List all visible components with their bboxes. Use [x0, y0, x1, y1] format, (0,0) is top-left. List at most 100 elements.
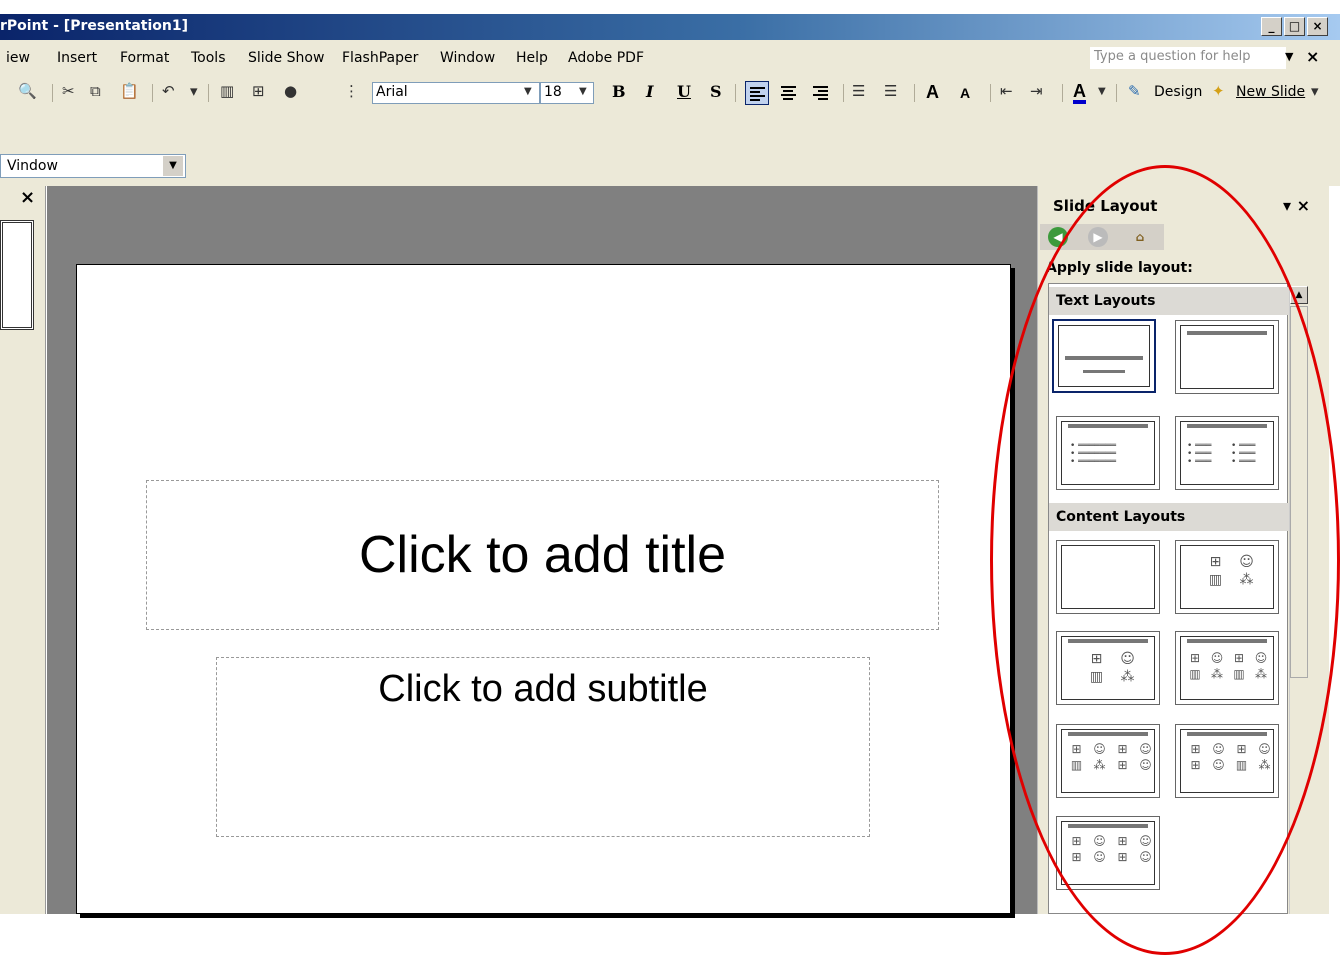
align-center-button[interactable] — [777, 81, 801, 105]
font-color-dropdown-icon[interactable]: ▼ — [1098, 86, 1106, 97]
apply-layout-label: Apply slide layout: — [1046, 260, 1193, 276]
menu-help[interactable]: Help — [516, 50, 548, 66]
task-pane-menu-icon[interactable]: ▾ — [1283, 196, 1291, 215]
italic-button[interactable]: I — [646, 82, 653, 101]
diagram-icon: ⁂ — [1120, 669, 1135, 685]
bold-button[interactable]: B — [612, 82, 626, 101]
toolbar-separator — [843, 84, 844, 102]
layout-blank[interactable] — [1056, 540, 1160, 614]
minimize-button[interactable]: _ — [1261, 17, 1282, 36]
new-slide-button[interactable]: New Slide — [1236, 84, 1305, 100]
font-color-button[interactable]: A — [1073, 82, 1086, 104]
content-layouts-header: Content Layouts — [1049, 503, 1289, 531]
menu-view[interactable]: iew — [6, 50, 30, 66]
layout-title-and-4-content[interactable]: ⊞ ☺ ⊞ ☺ ⊞ ☺ ⊞ ☺ — [1056, 816, 1160, 890]
font-dropdown-icon[interactable]: ▼ — [524, 86, 532, 97]
back-icon[interactable]: ◀ — [1048, 227, 1068, 247]
increase-font-size-button[interactable]: A — [926, 82, 939, 103]
align-left-icon — [750, 87, 765, 103]
paste-icon[interactable]: 📋 — [120, 82, 139, 100]
clipart-icon: ☺ — [1120, 651, 1135, 667]
toolbar-separator — [914, 84, 915, 102]
chart-icon: ▥ — [1208, 572, 1223, 588]
help-search-input[interactable]: Type a question for help — [1090, 47, 1286, 69]
slide-thumbnail[interactable] — [0, 220, 34, 330]
toolbar-area — [0, 110, 1340, 154]
menu-format[interactable]: Format — [120, 50, 169, 66]
subtitle-placeholder[interactable]: Click to add subtitle — [216, 657, 870, 837]
diagram-icon: ⁂ — [1239, 572, 1254, 588]
layout-title-and-2-content[interactable]: ⊞ ☺ ▥ ⁂ ⊞ ☺ ▥ ⁂ — [1175, 631, 1279, 705]
design-button[interactable]: Design — [1154, 84, 1202, 100]
font-name-box[interactable]: Arial — [372, 82, 540, 104]
close-document-icon[interactable]: × — [1306, 47, 1319, 66]
layout-title-and-text[interactable]: • ═══════ • ═══════ • ═══════ — [1056, 416, 1160, 490]
design-icon: ✎ — [1128, 82, 1141, 100]
layout-title-slide[interactable] — [1052, 319, 1156, 393]
window-controls: _ □ × — [1261, 17, 1328, 36]
window-selector[interactable]: Vindow — [0, 154, 186, 178]
layout-title-and-2-column-text[interactable]: • ═══ • ═══ • ═══ • ═══ • ═══ • ═══ — [1175, 416, 1279, 490]
align-right-button[interactable] — [809, 81, 833, 105]
text-layouts-header: Text Layouts — [1049, 287, 1289, 315]
menu-adobe-pdf[interactable]: Adobe PDF — [568, 50, 644, 66]
toolbar-options-icon[interactable]: ⋮ — [344, 82, 359, 100]
shadow-button[interactable]: S — [710, 82, 722, 101]
underline-button[interactable]: U — [677, 82, 691, 101]
menu-slide-show[interactable]: Slide Show — [248, 50, 324, 66]
slides-pane-close-button[interactable]: × — [20, 187, 35, 208]
decrease-indent-icon[interactable]: ⇤ — [1000, 82, 1013, 100]
forward-icon[interactable]: ▶ — [1088, 227, 1108, 247]
toolbar-separator — [52, 84, 53, 102]
clipart-icon: ☺ — [1239, 554, 1254, 570]
home-icon[interactable]: ⌂ — [1130, 227, 1150, 247]
toolbar-separator — [208, 84, 209, 102]
menu-flashpaper[interactable]: FlashPaper — [342, 50, 418, 66]
layout-title-content-and-2-content[interactable]: ⊞ ☺ ⊞ ☺ ▥ ⁂ ⊞ ☺ — [1056, 724, 1160, 798]
layout-title-only[interactable] — [1175, 320, 1279, 394]
new-slide-icon: ✦ — [1212, 82, 1225, 100]
layout-title-2-content-and-content[interactable]: ⊞ ☺ ⊞ ☺ ⊞ ☺ ▥ ⁂ — [1175, 724, 1279, 798]
scroll-thumb[interactable] — [1290, 306, 1308, 678]
formatting-toolbar: 🔍 ✂ ⧉ 📋 ↶ ▾ ▥ ⊞ ● ⋮ Arial ▼ 18 ▼ B I U S… — [0, 76, 1340, 110]
decrease-font-size-button[interactable]: A — [960, 85, 970, 101]
table-icon: ⊞ — [1209, 554, 1222, 570]
layout-content[interactable]: ⊞ ☺ ▥ ⁂ — [1175, 540, 1279, 614]
help-dropdown-icon[interactable]: ▼ — [1285, 50, 1293, 63]
insert-table-icon[interactable]: ⊞ — [252, 82, 265, 100]
increase-indent-icon[interactable]: ⇥ — [1030, 82, 1043, 100]
menu-insert[interactable]: Insert — [57, 50, 97, 66]
toolbar-separator — [1062, 84, 1063, 102]
toolbar-separator — [735, 84, 736, 102]
close-button[interactable]: × — [1307, 17, 1328, 36]
print-preview-icon[interactable]: 🔍 — [18, 82, 37, 100]
scroll-up-icon[interactable]: ▲ — [1290, 286, 1308, 304]
undo-dropdown-icon[interactable]: ▾ — [190, 82, 198, 100]
task-pane-close-icon[interactable]: × — [1297, 196, 1310, 215]
bullets-icon[interactable]: ☰ — [884, 82, 897, 100]
numbering-icon[interactable]: ☰ — [852, 82, 865, 100]
title-placeholder[interactable]: Click to add title — [146, 480, 939, 630]
table-icon: ⊞ — [1090, 651, 1103, 667]
menu-tools[interactable]: Tools — [191, 50, 226, 66]
chart-icon: ▥ — [1089, 669, 1104, 685]
layout-title-and-content[interactable]: ⊞ ☺ ▥ ⁂ — [1056, 631, 1160, 705]
window-selector-dropdown-icon[interactable]: ▼ — [163, 156, 183, 176]
task-pane-controls: ▾ × — [1283, 196, 1310, 215]
cut-icon[interactable]: ✂ — [62, 82, 75, 100]
menu-window[interactable]: Window — [440, 50, 495, 66]
copy-icon[interactable]: ⧉ — [90, 82, 101, 100]
align-left-button[interactable] — [745, 81, 769, 105]
insert-chart-icon[interactable]: ▥ — [220, 82, 234, 100]
toolbar-separator — [1116, 84, 1117, 102]
toolbar-overflow-icon[interactable]: ▾ — [1311, 82, 1319, 100]
align-right-icon — [813, 86, 828, 102]
size-dropdown-icon[interactable]: ▼ — [579, 86, 587, 97]
title-bar: rPoint - [Presentation1] _ □ × — [0, 14, 1340, 40]
window-title: rPoint - [Presentation1] — [0, 18, 189, 34]
toolbar-separator — [990, 84, 991, 102]
undo-icon[interactable]: ↶ — [162, 82, 175, 100]
task-pane-title: Slide Layout — [1053, 197, 1158, 215]
restore-button[interactable]: □ — [1284, 17, 1305, 36]
color-grayscale-icon[interactable]: ● — [284, 82, 297, 100]
